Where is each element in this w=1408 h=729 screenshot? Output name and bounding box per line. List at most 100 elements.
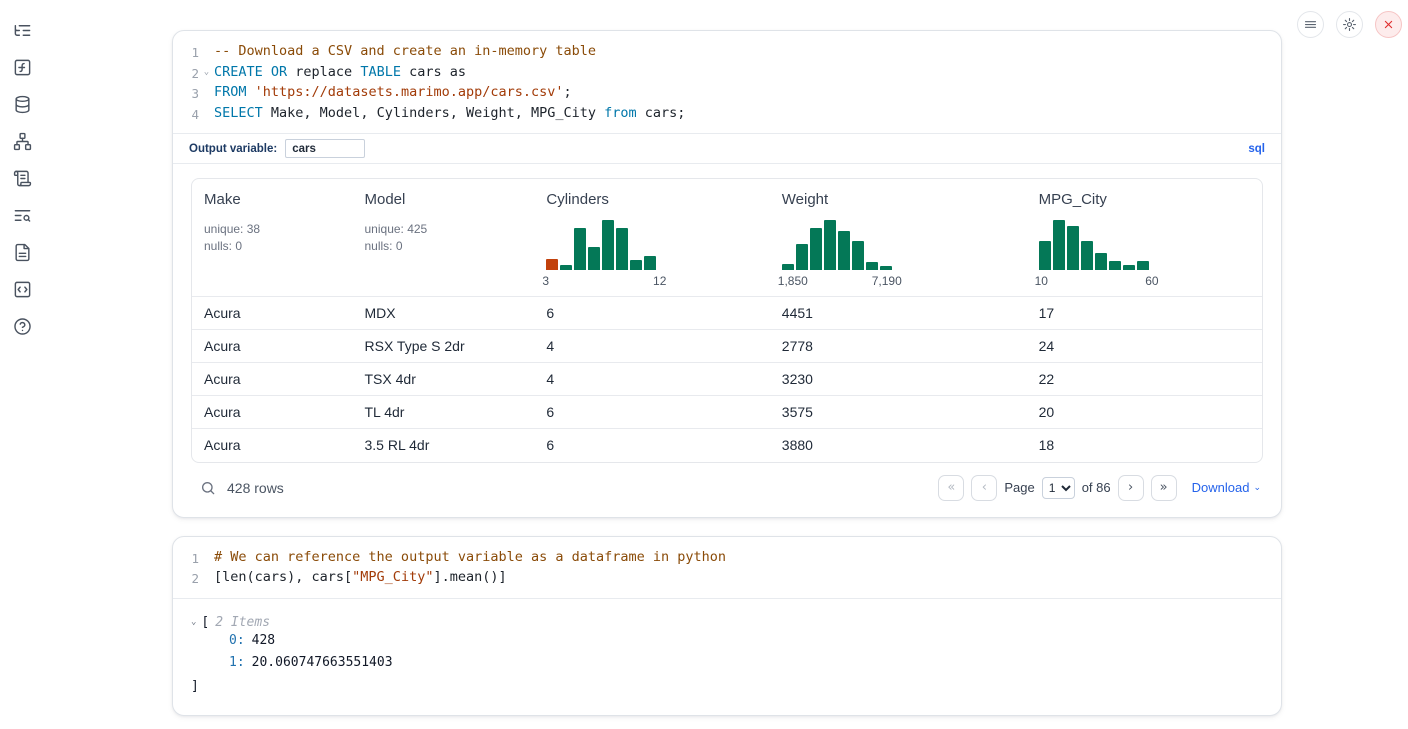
sql-code-editor[interactable]: 1-- Download a CSV and create an in-memo… <box>173 31 1281 133</box>
code-line: 4SELECT Make, Model, Cylinders, Weight, … <box>175 104 1267 125</box>
histogram-bar <box>866 262 878 270</box>
page-label: Page <box>1004 480 1034 495</box>
page-total-label: of 86 <box>1082 480 1111 495</box>
file-tree-icon <box>13 21 32 40</box>
table-cell: 24 <box>1027 330 1262 363</box>
column-histogram <box>782 219 892 270</box>
output-variable-input[interactable] <box>285 139 365 158</box>
table-cell: 2778 <box>770 330 1027 363</box>
table-cell: 3880 <box>770 429 1027 462</box>
function-icon <box>13 58 32 77</box>
line-number: 4 <box>175 104 199 125</box>
download-button[interactable]: Download ⌄ <box>1192 480 1261 495</box>
language-badge: sql <box>1248 143 1265 155</box>
first-page-icon: « <box>947 480 955 495</box>
histogram-range: 1,8507,190 <box>778 274 902 288</box>
collapse-toggle-icon[interactable]: ⌄ <box>191 617 196 627</box>
code-line: 1# We can reference the output variable … <box>175 548 1267 569</box>
table-cell: 22 <box>1027 363 1262 396</box>
page-select[interactable]: 1 <box>1042 477 1075 499</box>
table-row: AcuraMDX6445117 <box>192 297 1262 330</box>
column-header[interactable]: Makeunique: 38nulls: 0 <box>192 179 353 297</box>
table-cell: 3.5 RL 4dr <box>353 429 535 462</box>
previous-page-button[interactable]: ‹ <box>971 475 997 501</box>
entry-key: 1: <box>229 655 245 670</box>
histogram-range: 312 <box>542 274 666 288</box>
line-number: 3 <box>175 83 199 104</box>
scroll-icon <box>13 169 32 188</box>
last-page-button[interactable]: » <box>1151 475 1177 501</box>
table-cell: 4 <box>534 330 769 363</box>
histogram-bar <box>824 220 836 270</box>
histogram-bar <box>838 231 850 270</box>
logs-panel-button[interactable] <box>10 205 34 225</box>
first-page-button[interactable]: « <box>938 475 964 501</box>
histogram-bar <box>560 265 572 270</box>
code-line: 1-- Download a CSV and create an in-memo… <box>175 42 1267 63</box>
snippets-panel-button[interactable] <box>10 279 34 299</box>
table-cell: 3575 <box>770 396 1027 429</box>
settings-button[interactable] <box>1336 11 1363 38</box>
column-header[interactable]: Cylinders312 <box>534 179 769 297</box>
python-code-editor[interactable]: 1# We can reference the output variable … <box>173 537 1281 598</box>
table-search-button[interactable] <box>197 477 219 499</box>
file-explorer-panel-button[interactable] <box>10 20 34 40</box>
table-cell: Acura <box>192 363 353 396</box>
items-count: 2 Items <box>215 615 270 630</box>
column-header[interactable]: Weight1,8507,190 <box>770 179 1027 297</box>
histogram-bar <box>1053 220 1065 270</box>
column-histogram <box>546 219 656 270</box>
histogram-bar <box>1123 265 1135 270</box>
entry-key: 0: <box>229 633 245 648</box>
chat-panel-button[interactable] <box>10 316 34 336</box>
table-header-row: Makeunique: 38nulls: 0Modelunique: 425nu… <box>192 179 1262 297</box>
database-icon <box>13 95 32 114</box>
table-cell: 6 <box>534 396 769 429</box>
pagination: « ‹ Page 1 of 86 › » Download ⌄ <box>938 475 1261 501</box>
json-tree-entries: 0:4281:20.060747663551403 <box>191 630 1263 675</box>
variables-panel-button[interactable] <box>10 57 34 77</box>
table-cell: 17 <box>1027 297 1262 330</box>
table-cell: Acura <box>192 429 353 462</box>
column-label: Make <box>204 191 341 208</box>
entry-value: 20.060747663551403 <box>252 655 393 670</box>
histogram-bar <box>1081 241 1093 270</box>
column-label: Model <box>365 191 523 208</box>
table-footer: 428 rows « ‹ Page 1 of 86 › » Download ⌄ <box>191 463 1263 513</box>
data-table-card: Makeunique: 38nulls: 0Modelunique: 425nu… <box>191 178 1263 463</box>
histogram-bar <box>1039 241 1051 270</box>
fold-chevron-icon[interactable]: ⌄ <box>199 63 214 84</box>
table-cell: MDX <box>353 297 535 330</box>
notebook-actions <box>1297 11 1402 38</box>
histogram-bar <box>880 266 892 270</box>
code-line: 2[len(cars), cars["MPG_City"].mean()] <box>175 568 1267 589</box>
histogram-bar <box>810 228 822 270</box>
table-cell: 18 <box>1027 429 1262 462</box>
column-header[interactable]: MPG_City1060 <box>1027 179 1262 297</box>
documentation-panel-button[interactable] <box>10 242 34 262</box>
histogram-bar <box>852 241 864 270</box>
line-number: 2 <box>175 63 199 84</box>
histogram-bar <box>616 228 628 270</box>
histogram-bar <box>1137 261 1149 270</box>
help-circle-icon <box>13 317 32 336</box>
histogram-bar <box>1067 226 1079 270</box>
next-page-button[interactable]: › <box>1118 475 1144 501</box>
table-cell: TL 4dr <box>353 396 535 429</box>
chevron-down-icon: ⌄ <box>1253 482 1261 493</box>
table-row: AcuraTL 4dr6357520 <box>192 396 1262 429</box>
scratchpad-panel-button[interactable] <box>10 168 34 188</box>
datasources-panel-button[interactable] <box>10 94 34 114</box>
column-label: MPG_City <box>1039 191 1250 208</box>
table-row: Acura3.5 RL 4dr6388018 <box>192 429 1262 462</box>
table-row: AcuraRSX Type S 2dr4277824 <box>192 330 1262 363</box>
column-histogram <box>1039 219 1149 270</box>
menu-button[interactable] <box>1297 11 1324 38</box>
output-variable-label: Output variable: <box>189 143 277 155</box>
python-output: ⌄ [ 2 Items 0:4281:20.060747663551403 ] <box>173 598 1281 715</box>
file-text-icon <box>13 243 32 262</box>
dependencies-panel-button[interactable] <box>10 131 34 151</box>
table-cell: 6 <box>534 429 769 462</box>
shutdown-button[interactable] <box>1375 11 1402 38</box>
column-header[interactable]: Modelunique: 425nulls: 0 <box>353 179 535 297</box>
